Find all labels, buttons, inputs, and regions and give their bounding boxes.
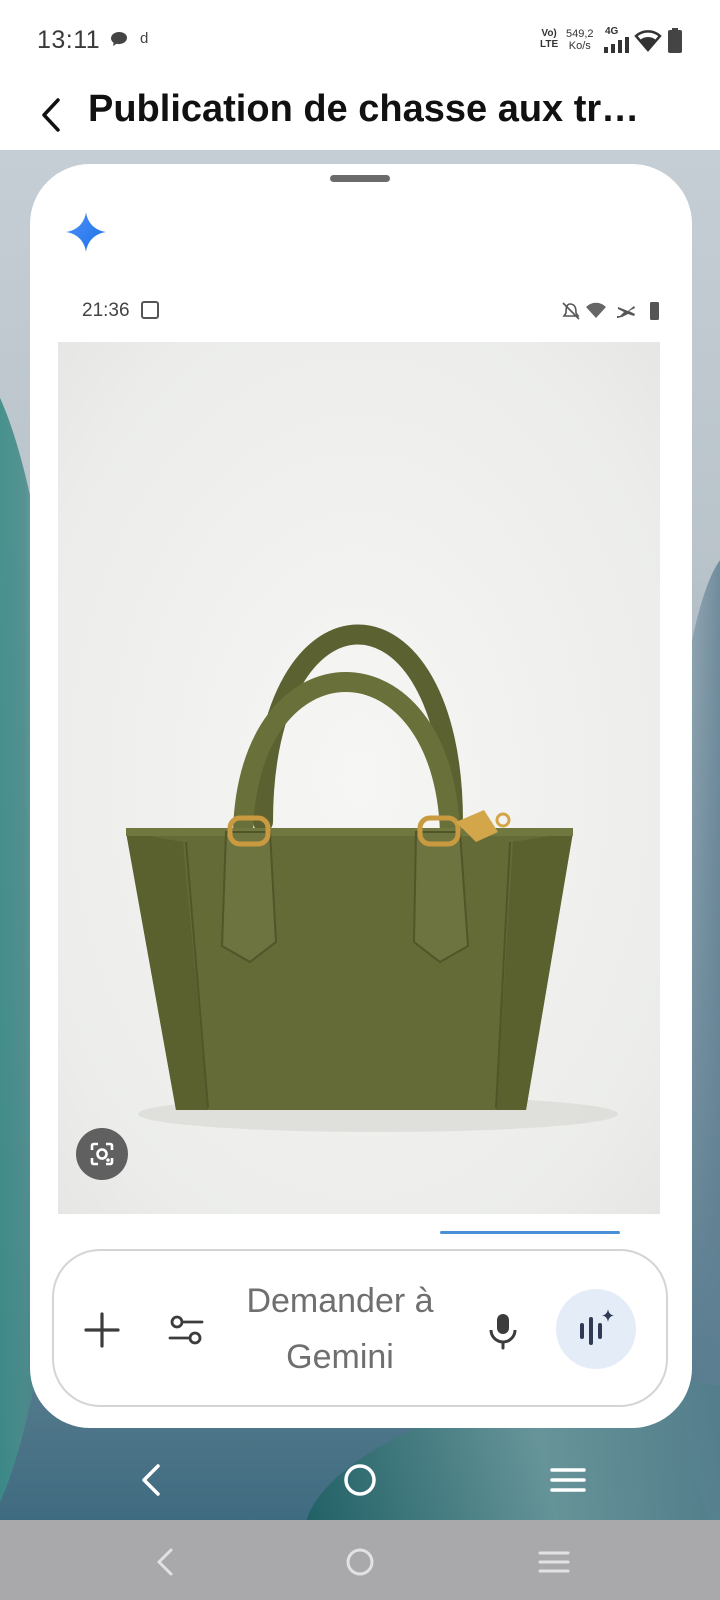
gemini-prompt-bar[interactable]: Demander à Gemini [52, 1249, 668, 1407]
network-type: 4G [605, 26, 619, 37]
prompt-input[interactable]: Demander à Gemini [220, 1273, 460, 1385]
nav-back-icon[interactable] [132, 1460, 172, 1500]
add-attachment-button[interactable] [78, 1306, 126, 1354]
gemini-live-button[interactable] [556, 1289, 636, 1369]
screenshot-photo[interactable] [58, 342, 660, 1214]
signal-icon [604, 37, 629, 53]
handbag-image [126, 624, 618, 1132]
page-title: Publication de chasse aux tr… [88, 88, 640, 130]
status-bar: 13:11 d Vo) LTE 549,2 Ko/s 4G [0, 0, 720, 80]
back-arrow-icon[interactable] [32, 90, 72, 140]
status-time: 13:11 [37, 26, 101, 54]
screenshot-app-icon [141, 301, 159, 319]
drag-handle[interactable] [330, 175, 390, 182]
network-speed: 549,2 Ko/s [566, 28, 594, 52]
nav-menu-icon[interactable] [548, 1460, 588, 1500]
prompt-placeholder-line2: Gemini [286, 1338, 394, 1376]
prompt-placeholder-line1: Demander à [246, 1282, 434, 1320]
system-back-icon[interactable] [146, 1542, 186, 1582]
lens-icon [90, 1142, 114, 1166]
gemini-overlay-card: 21:36 Demander à Gemini [30, 164, 692, 1428]
google-lens-button[interactable] [76, 1128, 128, 1180]
battery-icon [668, 28, 682, 53]
screenshot-status-bar: 21:36 [82, 296, 662, 326]
overlay-nav-bar [0, 1440, 720, 1520]
gemini-sparkle-icon [66, 212, 106, 252]
volte-indicator: Vo) LTE [540, 28, 559, 50]
screenshot-status-icons [562, 302, 659, 320]
message-icon [111, 32, 127, 46]
app-header: Publication de chasse aux tr… [0, 80, 720, 150]
microphone-button[interactable] [479, 1306, 527, 1354]
nav-home-icon[interactable] [340, 1460, 380, 1500]
system-menu-icon[interactable] [534, 1542, 574, 1582]
wifi-icon [634, 30, 662, 52]
status-d-indicator: d [140, 30, 149, 47]
system-home-icon[interactable] [340, 1542, 380, 1582]
scan-progress-indicator [440, 1231, 620, 1234]
tools-settings-button[interactable] [162, 1306, 210, 1354]
system-nav-bar [0, 1520, 720, 1600]
live-waveform-icon [580, 1309, 614, 1345]
screenshot-time: 21:36 [82, 300, 130, 321]
